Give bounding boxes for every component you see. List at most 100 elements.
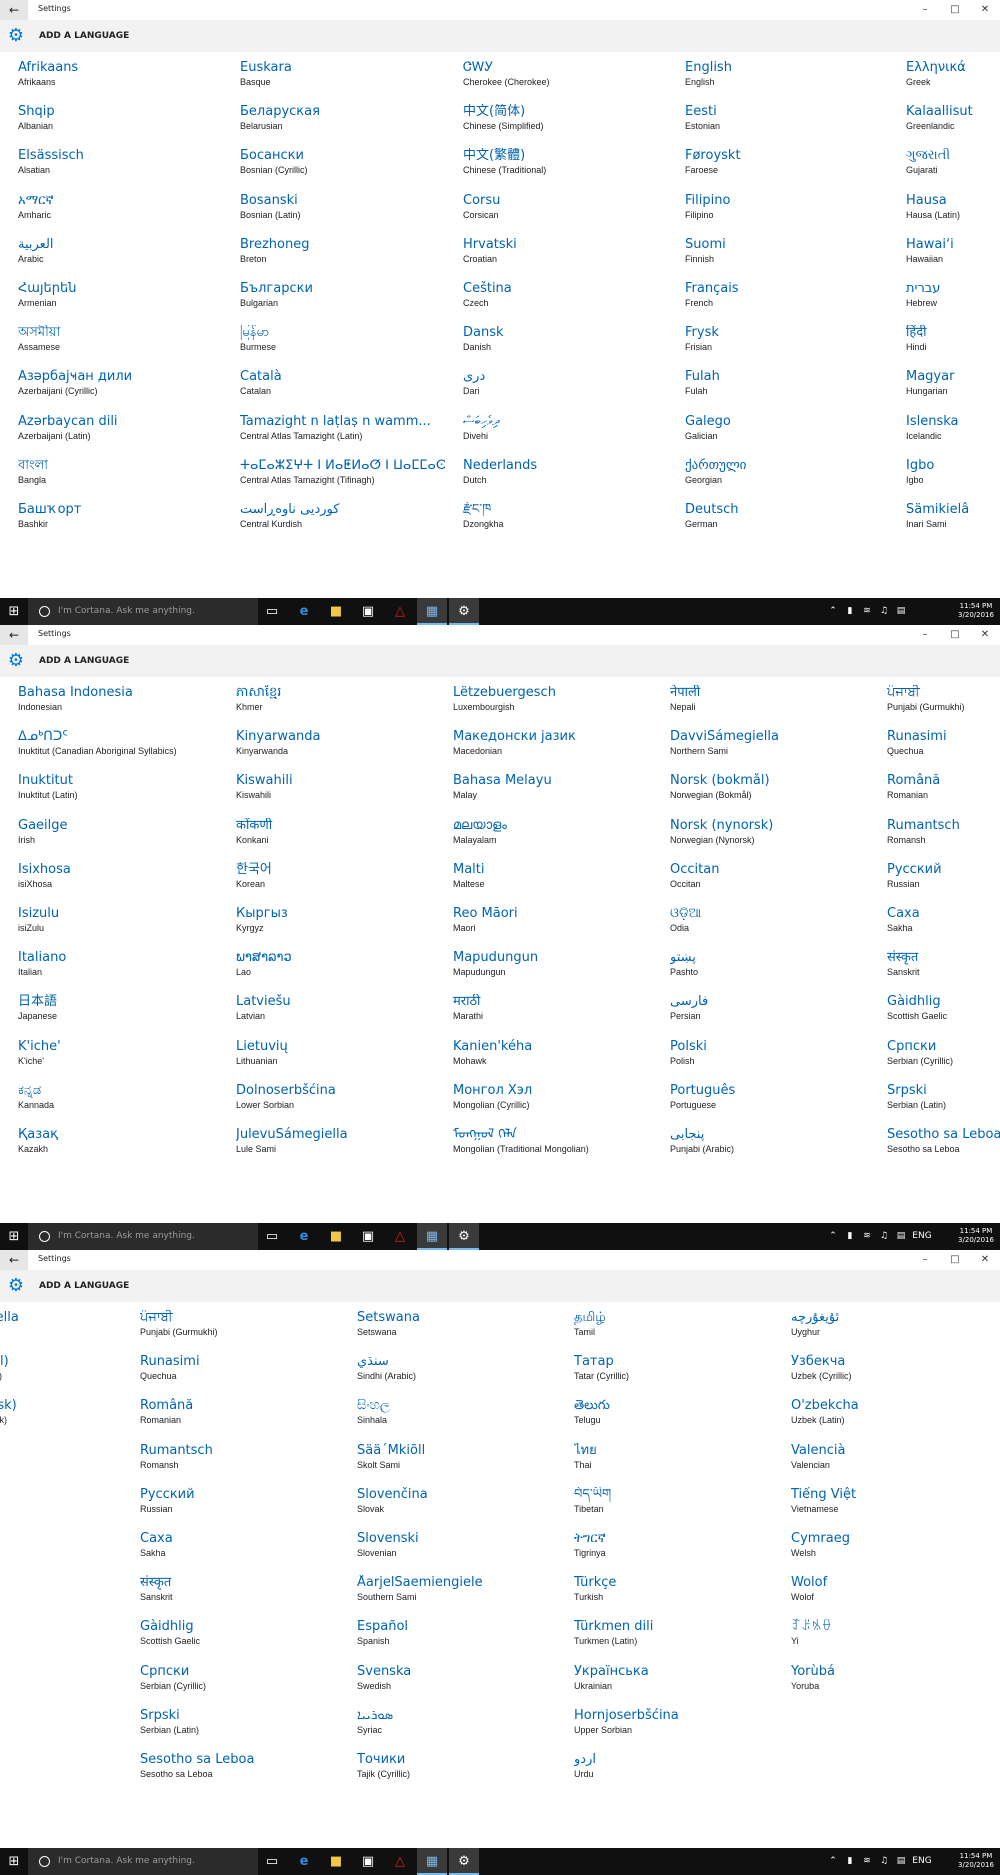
language-item[interactable]: Română Romanian [140,1398,345,1438]
language-item[interactable]: Српски Serbian (Cyrillic) [140,1664,345,1704]
language-item[interactable]: Tamazight n laṭlaṣ n wamm... Central Atla… [240,414,445,454]
edge-browser-icon[interactable]: e [289,598,319,625]
windows-start-icon[interactable]: ⊞ [0,1223,28,1250]
edge-browser-icon[interactable]: e [289,1848,319,1875]
language-item[interactable]: Mapudungun Mapudungun [453,950,658,990]
back-arrow-icon[interactable]: ← [0,1250,28,1270]
language-item[interactable]: Inuktitut Inuktitut (Latin) [18,773,223,813]
language-item[interactable]: Gàidhlig Scottish Gaelic [140,1619,345,1659]
language-item[interactable]: Українська Ukrainian [574,1664,779,1704]
language-item[interactable]: Саха Sakha [140,1531,345,1571]
language-item[interactable]: कोंकणी Konkani [236,818,441,858]
language-item[interactable]: Македонски јазик Macedonian [453,729,658,769]
language-item[interactable]: Slovenski Slovenian [357,1531,562,1571]
maximize-icon[interactable]: □ [940,2,970,18]
store-icon[interactable]: ▣ [353,598,383,625]
language-item[interactable]: Tiếng Việt Vietnamese [791,1487,996,1527]
task-view-icon[interactable]: ▭ [257,1223,287,1250]
language-item[interactable]: རྫོང་ཁ Dzongkha [463,502,668,542]
language-item[interactable]: Srpski Serbian (Latin) [140,1708,345,1748]
language-item[interactable]: Башҡорт Bashkir [18,502,223,542]
acrobat-icon[interactable]: △ [385,598,415,625]
language-item[interactable]: ትግርኛ Tigrinya [574,1531,779,1571]
maximize-icon[interactable]: □ [940,627,970,643]
language-item[interactable]: Sää´Mǩiõll Skolt Sami [357,1443,562,1483]
language-item[interactable]: Gàidhlig Scottish Gaelic [887,994,1000,1034]
battery-icon[interactable]: ▮ [843,1223,857,1250]
minimize-icon[interactable]: – [910,2,940,18]
volume-icon[interactable]: ♫ [877,1223,891,1250]
language-item[interactable]: 中文(简体) Chinese (Simplified) [463,104,668,144]
notepad-icon[interactable]: ▦ [417,1223,447,1250]
chevron-up-icon[interactable]: ⌃ [826,598,840,625]
action-center-icon[interactable]: ▤ [894,1223,908,1250]
cortana-search-box[interactable]: I'm Cortana. Ask me anything. [28,1848,258,1875]
language-item[interactable]: Sesotho sa Leboa Sesotho sa Leboa [887,1127,1000,1167]
language-item[interactable]: Türkçe Turkish [574,1575,779,1615]
language-item[interactable]: ភាសាខ្មែរ Khmer [236,685,441,725]
input-language-indicator[interactable]: ENG [911,1223,933,1250]
language-item[interactable]: Català Catalan [240,369,445,409]
language-item[interactable]: فارسی Persian [670,994,875,1034]
language-item[interactable]: Rumantsch Romansh [887,818,1000,858]
language-item[interactable]: English English [685,60,890,100]
task-view-icon[interactable]: ▭ [257,1848,287,1875]
language-item[interactable]: Ελληνικά Greek [906,60,1000,100]
close-icon[interactable]: ✕ [970,1252,1000,1268]
language-item[interactable]: O'zbekcha Uzbek (Latin) [791,1398,996,1438]
language-item[interactable]: Kanien'kéha Mohawk [453,1039,658,1079]
language-item[interactable]: Беларуская Belarusian [240,104,445,144]
language-item[interactable]: Igbo Igbo [906,458,1000,498]
language-item[interactable]: دری Dari [463,369,668,409]
language-item[interactable]: Français French [685,281,890,321]
language-item[interactable]: ગુજરાતી Gujarati [906,148,1000,188]
minimize-icon[interactable]: – [910,627,940,643]
notepad-icon[interactable]: ▦ [417,598,447,625]
language-item[interactable]: Sämikielâ Inari Sami [906,502,1000,542]
windows-start-icon[interactable]: ⊞ [0,1848,28,1875]
language-item[interactable]: Română Romanian [887,773,1000,813]
language-item[interactable]: Lëtzebuergesch Luxembourgish [453,685,658,725]
language-item[interactable]: Dolnoserbšćina Lower Sorbian [236,1083,441,1123]
task-view-icon[interactable]: ▭ [257,598,287,625]
language-item[interactable]: Valencià Valencian [791,1443,996,1483]
language-item[interactable]: ಕನ್ನಡ Kannada [18,1083,223,1123]
language-item[interactable]: ⵜⴰⵎⴰⵣⵉⵖⵜ ⵏ ⵍⴰⵟⵍⴰⵚ ⵏ ⵡⴰⵎⵎⴰⵙ Central Atlas … [240,458,445,498]
battery-icon[interactable]: ▮ [843,598,857,625]
language-item[interactable]: JulevuSámegiella Lule Sami [236,1127,441,1167]
notepad-icon[interactable]: ▦ [417,1848,447,1875]
close-icon[interactable]: ✕ [970,2,1000,18]
language-item[interactable]: Isizulu isiZulu [18,906,223,946]
volume-icon[interactable]: ♫ [877,598,891,625]
language-item[interactable]: Қазақ Kazakh [18,1127,223,1167]
language-item[interactable]: Norsk (nynorsk) Norwegian (Nynorsk) [670,818,875,858]
language-item[interactable]: Gaeilge Irish [18,818,223,858]
language-item[interactable]: ᏣᎳᎩ Cherokee (Cherokee) [463,60,668,100]
acrobat-icon[interactable]: △ [385,1223,415,1250]
windows-start-icon[interactable]: ⊞ [0,598,28,625]
battery-icon[interactable]: ▮ [843,1848,857,1875]
language-item[interactable]: Italiano Italian [18,950,223,990]
settings-app-icon[interactable]: ⚙ [449,1223,479,1250]
language-item[interactable]: Occitan Occitan [670,862,875,902]
language-item[interactable]: தமிழ் Tamil [574,1310,779,1350]
language-item[interactable]: Setswana Setswana [357,1310,562,1350]
network-icon[interactable]: ≋ [860,1223,874,1250]
file-explorer-icon[interactable]: ■ [321,598,351,625]
language-item[interactable]: Саха Sakha [887,906,1000,946]
chevron-up-icon[interactable]: ⌃ [826,1223,840,1250]
system-clock[interactable]: 11:54 PM 3/20/2016 [956,1852,996,1870]
language-item[interactable]: Slovenčina Slovak [357,1487,562,1527]
language-item[interactable]: Deutsch German [685,502,890,542]
language-item[interactable]: اردو Urdu [574,1752,779,1792]
language-item[interactable]: Азәрбајҹан дили Azerbaijani (Cyrillic) [18,369,223,409]
language-item[interactable]: Kalaallisut Greenlandic [906,104,1000,144]
language-item[interactable]: Sesotho sa Leboa Sesotho sa Leboa [140,1752,345,1792]
language-item[interactable]: Hausa Hausa (Latin) [906,193,1000,233]
action-center-icon[interactable]: ▤ [894,1848,908,1875]
language-item[interactable]: မြန်မာ Burmese [240,325,445,365]
system-clock[interactable]: 11:54 PM 3/20/2016 [956,1227,996,1245]
language-item[interactable]: Босански Bosnian (Cyrillic) [240,148,445,188]
language-item[interactable]: Татар Tatar (Cyrillic) [574,1354,779,1394]
language-item[interactable]: Brezhoneg Breton [240,237,445,277]
